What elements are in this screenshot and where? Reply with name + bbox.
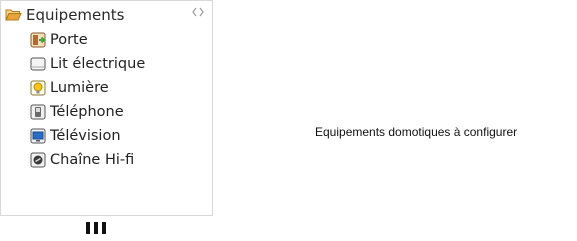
tv-icon bbox=[29, 128, 46, 144]
double-chevron-icon[interactable] bbox=[192, 7, 204, 20]
tree-root-equipements[interactable]: Equipements bbox=[1, 1, 212, 28]
tree-item-label: Téléphone bbox=[50, 103, 124, 120]
phone-icon bbox=[29, 104, 46, 120]
tree-item-telephone[interactable]: Téléphone bbox=[1, 100, 212, 123]
tree-item-porte[interactable]: Porte bbox=[1, 28, 212, 51]
door-icon bbox=[29, 32, 46, 48]
tree-item-television[interactable]: Télévision bbox=[1, 124, 212, 147]
light-bulb-icon bbox=[29, 80, 46, 96]
bed-icon bbox=[29, 56, 46, 72]
open-folder-icon bbox=[5, 7, 22, 23]
tree-root-label: Equipements bbox=[26, 5, 125, 24]
tree-item-label: Porte bbox=[50, 31, 88, 48]
tree-item-label: Télévision bbox=[50, 127, 121, 144]
tree-item-chaine-hifi[interactable]: Chaîne Hi-fi bbox=[1, 148, 212, 171]
tree-item-label: Lumière bbox=[50, 79, 109, 96]
tree-item-label: Lit électrique bbox=[50, 55, 146, 72]
speaker-icon bbox=[29, 152, 46, 168]
tree-item-lumiere[interactable]: Lumière bbox=[1, 76, 212, 99]
vertical-ellipsis-icon bbox=[86, 222, 106, 234]
tree-item-label: Chaîne Hi-fi bbox=[50, 151, 135, 168]
tree-item-lit-electrique[interactable]: Lit électrique bbox=[1, 52, 212, 75]
equipment-tree: Equipements Porte Lit électrique Lumière… bbox=[0, 0, 213, 216]
main-caption: Equipements domotiques à configurer bbox=[315, 125, 518, 139]
